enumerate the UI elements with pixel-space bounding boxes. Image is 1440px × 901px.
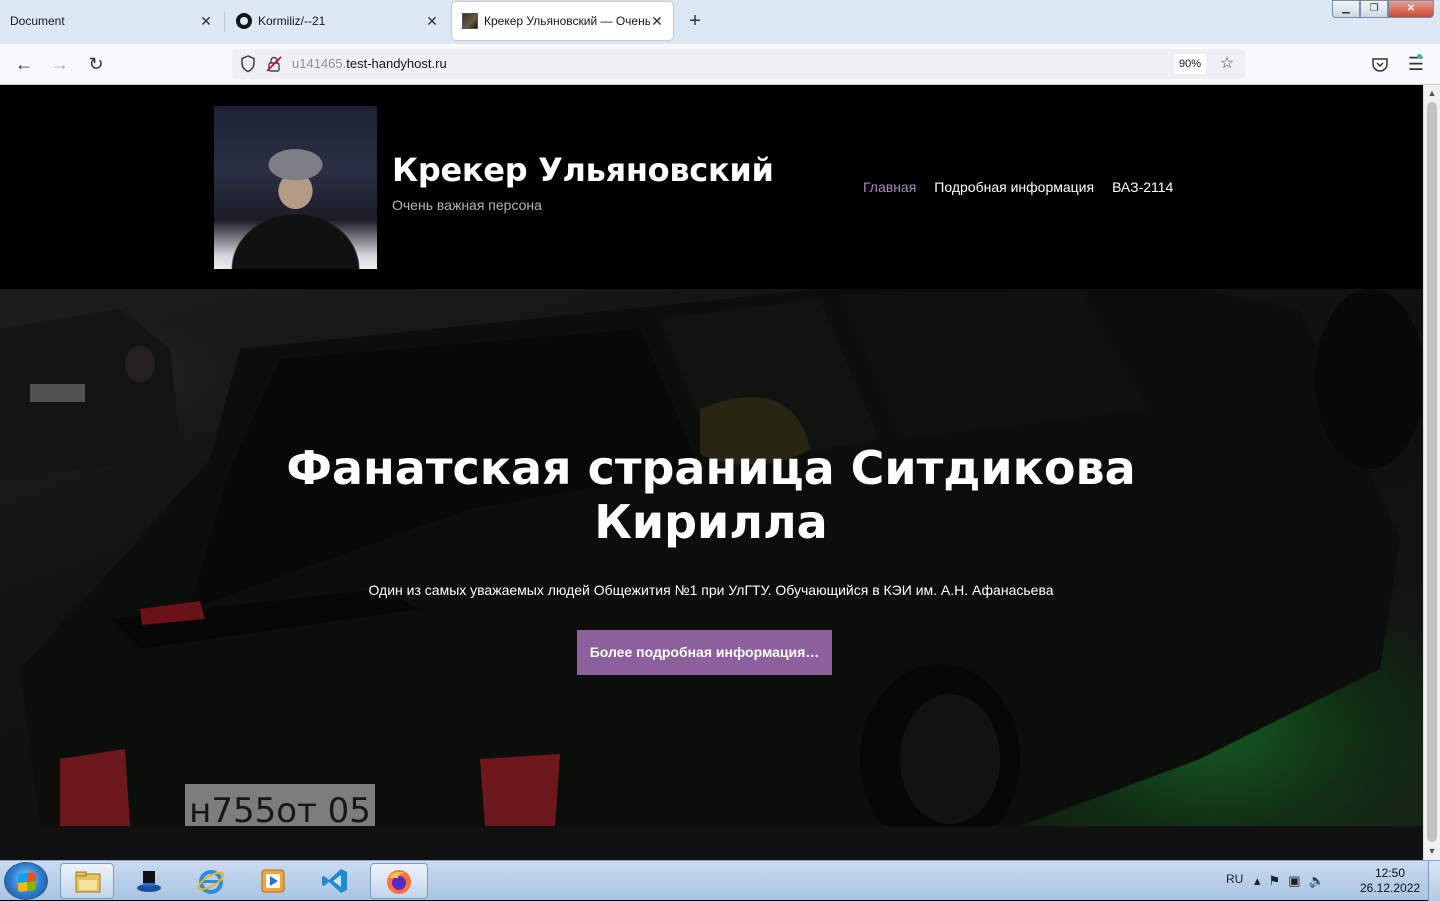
maximize-window-icon[interactable]: ❐	[1360, 0, 1388, 18]
site-tagline: Очень важная персона	[392, 197, 542, 213]
address-bar[interactable]: u141465.test-handyhost.ru 90% ☆	[232, 49, 1245, 79]
forward-arrow-icon[interactable]: →	[48, 52, 72, 76]
network-icon[interactable]: ▣	[1288, 873, 1300, 889]
tab-title: Document	[10, 14, 65, 28]
windows-logo-icon	[18, 872, 36, 892]
taskbar-vscode[interactable]	[308, 863, 362, 899]
page-scrollbar[interactable]: ▲ ▼	[1423, 85, 1440, 860]
tab-title: Крекер Ульяновский — Очень важная персон…	[484, 14, 650, 28]
firefox-icon	[387, 870, 411, 894]
insecure-lock-icon[interactable]	[266, 55, 282, 73]
close-window-icon[interactable]: ✕	[1388, 0, 1434, 18]
zoom-level-badge[interactable]: 90%	[1174, 54, 1206, 74]
tab-title: Kormiliz/--21	[258, 14, 326, 28]
taskbar-firefox[interactable]	[370, 863, 428, 899]
top-hat-icon	[137, 871, 161, 892]
hero-section: н755от 05 Фанатская страница Ситдикова К…	[0, 289, 1423, 826]
volume-icon[interactable]: 🔈	[1308, 873, 1324, 889]
more-info-button[interactable]: Более подробная информация…	[577, 630, 832, 675]
nav-item-details[interactable]: Подробная информация	[934, 179, 1094, 195]
site-logo-photo[interactable]	[214, 106, 377, 269]
site-header: Крекер Ульяновский Очень важная персона …	[0, 85, 1423, 289]
scroll-up-arrow-icon[interactable]: ▲	[1424, 85, 1440, 101]
tracking-shield-icon[interactable]	[240, 55, 256, 73]
input-language-indicator[interactable]: RU	[1226, 872, 1243, 886]
minimize-window-icon[interactable]: ▁	[1332, 0, 1360, 18]
nav-item-vaz-2114[interactable]: ВАЗ-2114	[1112, 179, 1173, 195]
taskbar-media-player[interactable]	[246, 863, 300, 899]
main-navigation: Главная Подробная информация ВАЗ-2114	[863, 179, 1173, 195]
hero-description: Один из самых уважаемых людей Общежития …	[368, 582, 1054, 598]
site-title[interactable]: Крекер Ульяновский	[392, 151, 774, 189]
taskbar-explorer[interactable]	[60, 863, 114, 899]
media-player-icon	[261, 869, 285, 893]
menu-hamburger-icon[interactable]: ☰	[1404, 52, 1428, 76]
reload-icon[interactable]: ↻	[84, 52, 108, 76]
tab-github[interactable]: Kormiliz/--21 ✕	[226, 0, 448, 42]
taskbar-app-hat[interactable]	[122, 863, 176, 899]
hero-dark-overlay	[0, 289, 1423, 826]
new-tab-plus-icon[interactable]: +	[684, 10, 706, 32]
url-domain: test-handyhost.ru	[346, 56, 447, 71]
hero-title: Фанатская страница Ситдикова Кирилла	[286, 441, 1136, 549]
tab-document[interactable]: Document ✕	[0, 0, 222, 42]
page-section-below	[0, 826, 1423, 860]
clock-time: 12:50	[1374, 866, 1406, 880]
close-tab-icon[interactable]: ✕	[424, 13, 440, 29]
scrollbar-thumb[interactable]	[1427, 102, 1437, 842]
system-tray: ▴ ⚑ ▣ 🔈	[1254, 873, 1325, 889]
update-dot-icon	[1417, 54, 1422, 59]
close-tab-icon[interactable]: ✕	[198, 13, 214, 29]
vscode-icon	[322, 869, 347, 893]
show-hidden-icons-arrow-icon[interactable]: ▴	[1254, 873, 1261, 889]
file-explorer-icon	[75, 871, 101, 893]
url-subdomain: u141465.	[292, 56, 347, 71]
close-tab-icon[interactable]: ✕	[649, 13, 665, 29]
tab-separator	[224, 12, 225, 32]
nav-item-home[interactable]: Главная	[863, 179, 916, 195]
browser-nav-bar: ← → ↻ u141465.test-handyhost.ru 90% ☆ ☰	[0, 44, 1440, 85]
window-controls: ▁ ❐ ✕	[1332, 0, 1434, 18]
system-clock[interactable]: 12:50 26.12.2022	[1360, 866, 1420, 896]
scroll-down-arrow-icon[interactable]: ▼	[1424, 843, 1440, 859]
taskbar-internet-explorer[interactable]	[184, 863, 238, 899]
bookmark-star-icon[interactable]: ☆	[1217, 54, 1237, 74]
github-icon	[236, 13, 252, 29]
back-arrow-icon[interactable]: ←	[12, 52, 36, 76]
url-text[interactable]: u141465.test-handyhost.ru	[292, 56, 447, 71]
action-center-flag-icon[interactable]: ⚑	[1269, 873, 1281, 889]
clock-date: 26.12.2022	[1360, 881, 1421, 895]
internet-explorer-icon	[197, 870, 225, 894]
tab-active-site[interactable]: Крекер Ульяновский — Очень важная персон…	[452, 2, 673, 40]
site-favicon-icon	[462, 13, 478, 29]
show-desktop-button[interactable]	[1428, 861, 1440, 901]
web-page: Крекер Ульяновский Очень важная персона …	[0, 85, 1423, 860]
windows-taskbar: RU ▴ ⚑ ▣ 🔈 12:50 26.12.2022	[0, 860, 1440, 901]
pocket-icon[interactable]	[1371, 56, 1389, 74]
browser-tab-bar: Document ✕ Kormiliz/--21 ✕ Крекер Ульяно…	[0, 0, 1440, 44]
start-button[interactable]	[4, 862, 48, 900]
